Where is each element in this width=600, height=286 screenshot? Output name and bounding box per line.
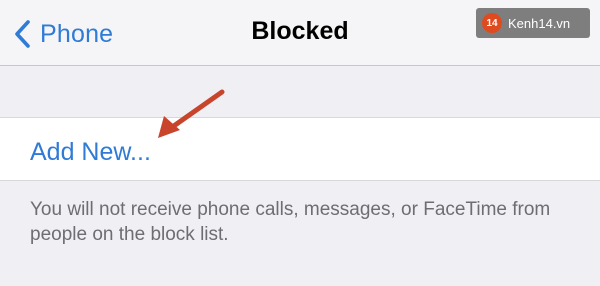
- blocked-list-group: Add New...: [0, 117, 600, 181]
- arrow-icon: [158, 89, 225, 138]
- navigation-bar: Phone Blocked 14 Kenh14.vn: [0, 0, 600, 66]
- watermark-site: Kenh14.vn: [508, 15, 571, 31]
- watermark: 14 Kenh14.vn: [476, 8, 590, 38]
- block-list-footer: You will not receive phone calls, messag…: [30, 199, 551, 245]
- watermark-logo: 14: [482, 13, 502, 33]
- add-new-button[interactable]: Add New...: [30, 138, 151, 167]
